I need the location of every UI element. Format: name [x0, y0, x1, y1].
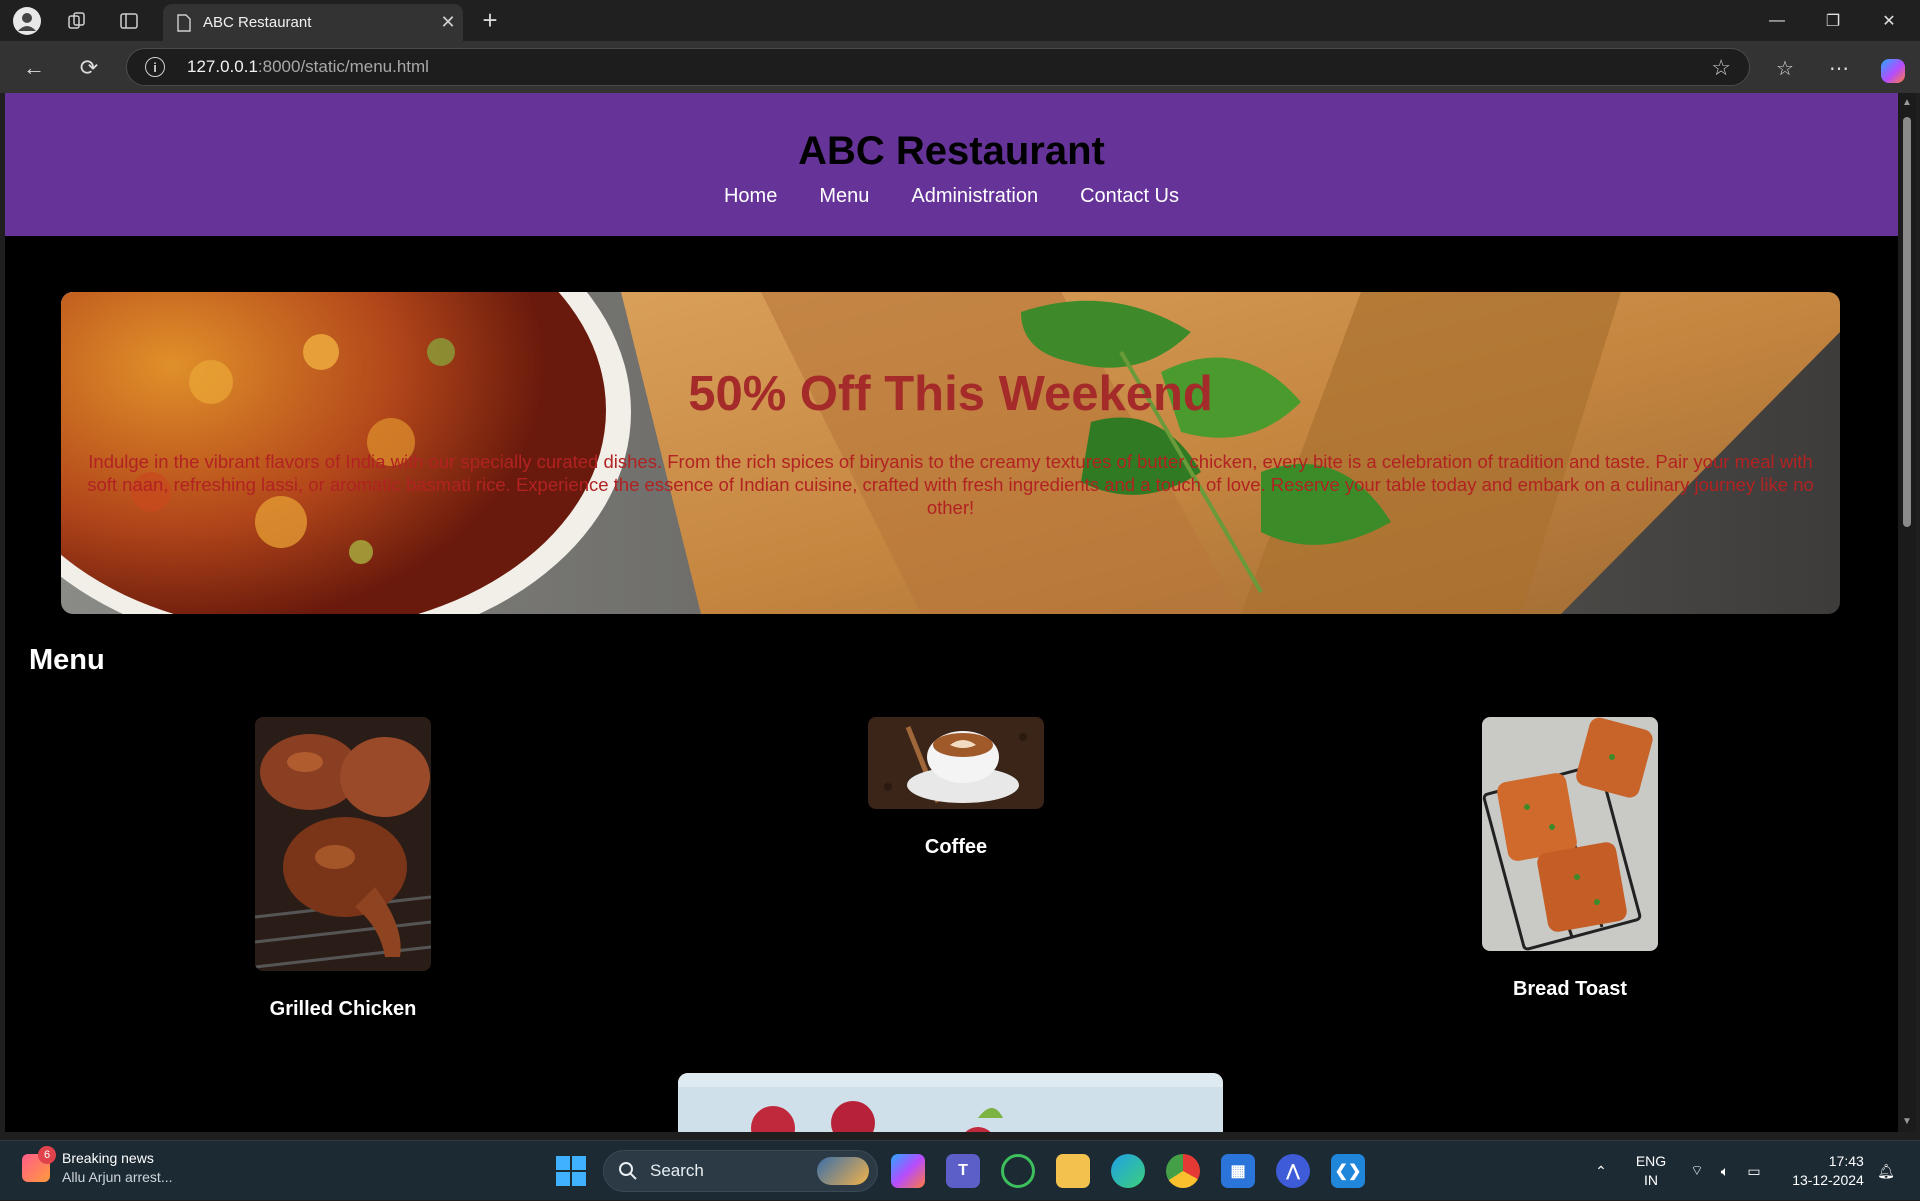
nav-menu-link[interactable]: Menu: [798, 185, 890, 208]
nav-contact-link[interactable]: Contact Us: [1059, 185, 1200, 208]
bread-toast-image: [1482, 717, 1658, 951]
clock[interactable]: 17:43 13-12-2024: [1780, 1141, 1876, 1201]
restore-button[interactable]: ❐: [1805, 0, 1861, 41]
store-icon[interactable]: ▦: [1221, 1154, 1255, 1188]
menu-heading: Menu: [29, 644, 105, 676]
grilled-chicken-image: [255, 717, 431, 971]
scrollbar-thumb[interactable]: [1903, 117, 1911, 527]
nav-home-link[interactable]: Home: [703, 185, 798, 208]
favorite-star-icon[interactable]: ☆: [1711, 55, 1731, 81]
back-button[interactable]: ←: [16, 51, 52, 85]
menu-item-dessert-partial[interactable]: [678, 1073, 1223, 1132]
wifi-icon[interactable]: ⌔: [1686, 1141, 1708, 1201]
notifications-icon[interactable]: 🔔︎: [1872, 1141, 1900, 1201]
taskbar-search[interactable]: Search: [603, 1150, 878, 1192]
news-title: Breaking news: [62, 1150, 154, 1166]
more-menu-icon[interactable]: ⋯: [1819, 51, 1859, 85]
dessert-image: [678, 1073, 1223, 1132]
promo-description: Indulge in the vibrant flavors of India …: [87, 451, 1814, 518]
menu-item-name: Grilled Chicken: [269, 998, 417, 1020]
search-label: Search: [650, 1161, 704, 1180]
file-explorer-icon[interactable]: [1056, 1154, 1090, 1188]
nav-administration-link[interactable]: Administration: [890, 185, 1059, 208]
browser-toolbar: ← ⟳ i 127.0.0.1:8000/static/menu.html ☆ …: [0, 41, 1920, 93]
tray-overflow-icon[interactable]: ⌃: [1590, 1141, 1612, 1201]
menu-item-coffee[interactable]: Coffee: [811, 717, 1101, 859]
url-path: :8000/static/menu.html: [257, 57, 429, 76]
copilot-icon[interactable]: [1873, 51, 1913, 85]
site-header: ABC Restaurant Home Menu Administration …: [5, 93, 1898, 236]
clock-date: 13-12-2024: [1792, 1172, 1864, 1188]
news-icon: 6: [22, 1145, 56, 1182]
battery-icon[interactable]: ▭: [1742, 1141, 1766, 1201]
windows-taskbar: 6 Breaking news Allu Arjun arrest... Sea…: [0, 1140, 1920, 1200]
page-viewport: ABC Restaurant Home Menu Administration …: [5, 93, 1898, 1132]
menu-item-name: Coffee: [924, 836, 988, 858]
news-subtitle: Allu Arjun arrest...: [62, 1169, 173, 1185]
news-badge: 6: [38, 1145, 56, 1164]
page-scrollbar[interactable]: ▲ ▼: [1898, 93, 1916, 1132]
promo-title: 50% Off This Weekend: [688, 367, 1213, 421]
site-info-icon[interactable]: i: [145, 57, 165, 77]
search-icon: [619, 1162, 637, 1180]
minimize-button[interactable]: —: [1749, 0, 1805, 41]
tab-actions-icon[interactable]: [108, 6, 150, 36]
address-bar[interactable]: i 127.0.0.1:8000/static/menu.html ☆: [126, 48, 1750, 86]
workspaces-icon[interactable]: [56, 6, 98, 36]
site-title: ABC Restaurant: [798, 129, 1105, 173]
lang-region: IN: [1644, 1172, 1658, 1188]
browser-tab-bar: ABC Restaurant ✕ + — ❐ ✕: [0, 0, 1920, 41]
close-window-button[interactable]: ✕: [1861, 0, 1917, 41]
copilot-app-icon[interactable]: [891, 1154, 925, 1188]
new-tab-button[interactable]: +: [475, 6, 505, 36]
url-host: 127.0.0.1: [187, 57, 258, 76]
page-icon: [177, 13, 191, 32]
refresh-app-icon[interactable]: [1001, 1154, 1035, 1188]
arc-app-icon[interactable]: ⋀: [1276, 1154, 1310, 1188]
news-widget[interactable]: 6 Breaking news Allu Arjun arrest...: [22, 1145, 173, 1185]
coffee-image: [868, 717, 1044, 809]
tab-title: ABC Restaurant: [203, 14, 312, 31]
close-tab-icon[interactable]: ✕: [433, 12, 463, 33]
favorites-icon[interactable]: ☆: [1765, 51, 1805, 85]
clock-time: 17:43: [1828, 1153, 1864, 1169]
edge-icon[interactable]: [1111, 1154, 1145, 1188]
chrome-icon[interactable]: [1166, 1154, 1200, 1188]
menu-item-bread-toast[interactable]: Bread Toast: [1425, 717, 1715, 1001]
menu-item-name: Bread Toast: [1512, 978, 1628, 1000]
lang-code: ENG: [1635, 1153, 1667, 1169]
vscode-icon[interactable]: ❮❯: [1331, 1154, 1365, 1188]
menu-item-grilled-chicken[interactable]: Grilled Chicken: [198, 717, 488, 1021]
start-button[interactable]: [556, 1156, 586, 1186]
language-indicator[interactable]: ENG IN: [1626, 1141, 1676, 1201]
teams-icon[interactable]: T: [946, 1154, 980, 1188]
scroll-up-icon[interactable]: ▲: [1901, 97, 1913, 109]
promo-banner: 50% Off This Weekend Indulge in the vibr…: [61, 292, 1840, 614]
volume-icon[interactable]: 🔈︎: [1714, 1141, 1736, 1201]
profile-icon[interactable]: [6, 6, 48, 36]
search-highlight-icon: [817, 1157, 869, 1185]
browser-tab[interactable]: ABC Restaurant ✕: [163, 4, 463, 41]
scroll-down-icon[interactable]: ▼: [1901, 1116, 1913, 1128]
reload-button[interactable]: ⟳: [71, 51, 107, 85]
site-nav: Home Menu Administration Contact Us: [5, 185, 1898, 208]
